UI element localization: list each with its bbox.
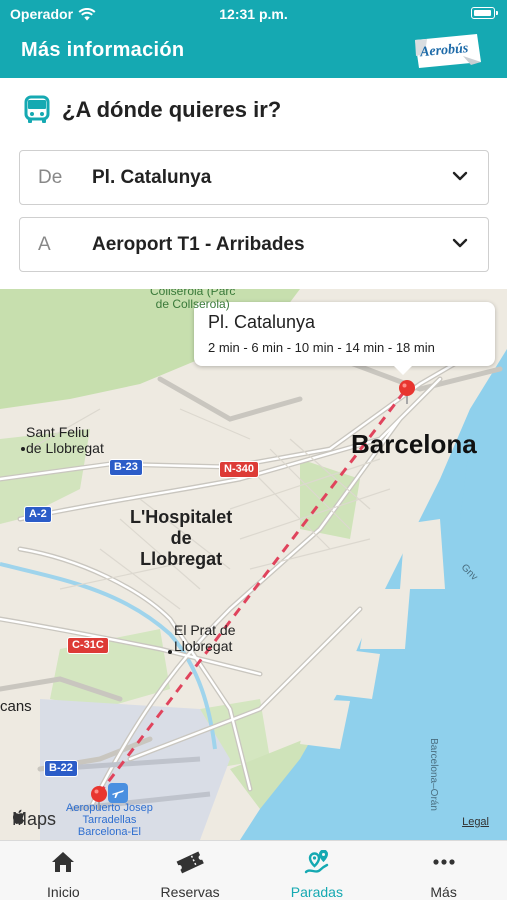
destination-heading: ¿A dónde quieres ir? [22,95,281,125]
map-label-sant-feliu: Sant Feliu de Llobregat [26,424,104,456]
map-label-ferry: Barcelona–Orán [427,738,439,811]
callout-schedule: 2 min - 6 min - 10 min - 14 min - 18 min [208,340,435,355]
road-shield-c31c: C-31C [67,637,109,654]
chevron-down-icon [452,171,468,181]
tab-reservas[interactable]: Reservas [127,841,254,900]
ticket-icon [176,851,204,874]
aerobus-logo: Aerobús [415,34,481,68]
page-title: Más información [21,39,185,61]
chevron-down-icon [452,238,468,248]
tab-label: Inicio [47,884,80,900]
home-icon [52,852,75,872]
map-label-hospitalet: L'Hospitalet de Llobregat [130,507,233,569]
from-stop-select[interactable]: De Pl. Catalunya [19,150,489,205]
callout-stop-name: Pl. Catalunya [208,312,316,332]
road-shield-n340: N-340 [219,461,259,478]
map-label-el-prat: El Prat de Llobregat [174,622,236,654]
tab-label: Paradas [290,884,343,900]
destination-title: ¿A dónde quieres ir? [62,97,282,122]
tab-label: Más [430,884,457,900]
road-shield-a2: A-2 [24,506,52,523]
status-time: 12:31 p.m. [219,6,288,22]
tab-paradas[interactable]: Paradas [254,841,381,900]
tab-inicio[interactable]: Inicio [0,841,127,900]
stop-callout[interactable]: Pl. Catalunya 2 min - 6 min - 10 min - 1… [194,302,495,375]
road-shield-b22: B-22 [44,760,78,777]
map-label-barcelona: Barcelona [351,429,477,459]
tab-label: Reservas [160,884,220,900]
to-stop-select[interactable]: A Aeroport T1 - Arribades [19,217,489,272]
bus-icon [24,95,50,123]
legal-link[interactable]: Legal [462,816,489,828]
tab-bar: Inicio Reservas Paradas Más [0,840,507,900]
app-header: Operador 12:31 p.m. Más información Aero… [0,0,507,78]
city-dot [168,650,172,654]
status-bar: Operador 12:31 p.m. [0,0,507,28]
airplane-icon [108,783,128,803]
city-dot [21,447,25,451]
stops-icon [304,850,329,874]
map-label-cans: cans [0,698,32,715]
map-label-collserola: Collserola (Parc de Collserola) [150,289,236,311]
map-label-airport: Aeropuerto Josep Tarradellas Barcelona-E… [66,802,153,838]
to-label: A [38,234,51,255]
to-value: Aeroport T1 - Arribades [92,234,305,255]
from-label: De [38,167,63,188]
route-map[interactable]: Pl. Catalunya 2 min - 6 min - 10 min - 1… [0,289,507,840]
tab-mas[interactable]: Más [380,841,507,900]
battery-icon [471,7,498,19]
apple-maps-brand: Maps [12,809,56,830]
stop-pin-icon[interactable] [398,379,416,405]
road-shield-b23: B-23 [109,459,143,476]
from-value: Pl. Catalunya [92,167,212,188]
apple-icon [13,809,25,824]
more-icon [433,859,455,865]
